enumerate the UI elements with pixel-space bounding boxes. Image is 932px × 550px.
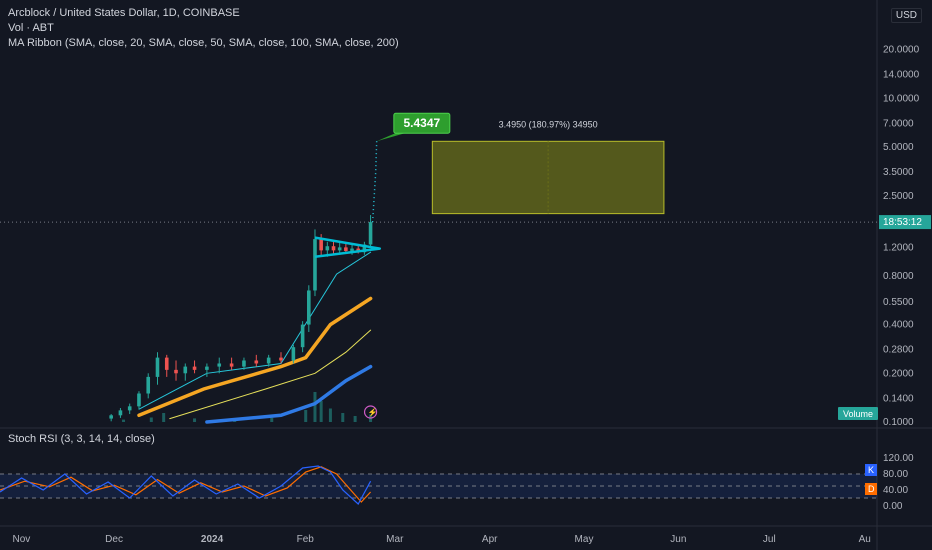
- projection-line: [371, 141, 378, 223]
- candle: [331, 246, 336, 251]
- candle: [127, 406, 132, 411]
- ma100-line: [169, 329, 372, 420]
- price-tick-label: 1.2000: [883, 242, 914, 253]
- time-tick-label: Jul: [763, 534, 776, 545]
- chart-canvas[interactable]: 20.0000 14.0000 10.0000 7.0000 5.0000 3.5000 2…: [0, 0, 932, 550]
- time-tick-label: Feb: [297, 534, 315, 545]
- candle: [242, 360, 246, 367]
- volume-bar: [353, 416, 357, 422]
- volume-bar: [149, 417, 153, 422]
- target-price-label: 5.4347: [403, 116, 440, 130]
- d-badge-label: D: [868, 484, 875, 494]
- stoch-rsi-title[interactable]: Stoch RSI (3, 3, 14, 14, close): [8, 432, 155, 446]
- price-tick-label: 20.0000: [883, 45, 920, 56]
- volume-bar: [162, 413, 166, 422]
- price-tick-label: 0.2800: [883, 345, 914, 356]
- volume-badge-label: Volume: [843, 409, 873, 419]
- volume-bar: [341, 413, 345, 422]
- candle: [146, 376, 151, 394]
- candle: [205, 366, 209, 370]
- ma200-line: [205, 364, 373, 424]
- price-tick-label: 0.1400: [883, 393, 914, 404]
- time-tick-label: Jun: [670, 534, 686, 545]
- volume-bar: [304, 410, 308, 422]
- price-tick-label: 0.5500: [883, 297, 914, 308]
- candle: [279, 357, 283, 361]
- time-tick-label: May: [575, 534, 594, 545]
- time-tick-label: Mar: [386, 534, 404, 545]
- price-tick-label: 0.8000: [883, 271, 914, 282]
- candle: [254, 360, 259, 364]
- price-tick-label: 5.0000: [883, 142, 914, 153]
- price-tick-label: 14.0000: [883, 70, 920, 81]
- candle: [313, 239, 317, 291]
- candle: [192, 366, 197, 370]
- volume-bar: [270, 417, 274, 422]
- volume-bar: [193, 418, 197, 422]
- rsi-tick-label: 40.00: [883, 485, 908, 496]
- volume-bar: [319, 401, 323, 422]
- price-tick-label: 0.2000: [883, 368, 914, 379]
- ma20-line: [138, 251, 372, 410]
- candle: [291, 347, 296, 361]
- rsi-tick-label: 0.00: [883, 501, 903, 512]
- rsi-tick-label: 120.00: [883, 453, 914, 464]
- volume-indicator-label[interactable]: Vol · ABT: [8, 21, 54, 35]
- price-tick-label: 2.5000: [883, 191, 914, 202]
- k-badge-label: K: [868, 465, 874, 475]
- candle: [229, 363, 234, 367]
- price-tick-label: 0.1000: [883, 417, 914, 428]
- ma-ribbon-label[interactable]: MA Ribbon (SMA, close, 20, SMA, close, 5…: [8, 36, 399, 50]
- symbol-title: Arcblock / United States Dollar, 1D, COI…: [8, 7, 240, 19]
- price-tick-label: 0.4000: [883, 320, 914, 331]
- candle: [164, 357, 169, 370]
- candle: [300, 324, 305, 348]
- time-tick-label: Nov: [13, 534, 31, 545]
- candle: [183, 366, 188, 374]
- candle: [337, 247, 342, 251]
- time-tick-label: Apr: [482, 534, 498, 545]
- currency-button[interactable]: USD: [890, 8, 922, 23]
- candle: [155, 357, 160, 377]
- volume-bar: [328, 408, 332, 422]
- ma50-line: [137, 296, 373, 418]
- candle: [137, 393, 141, 407]
- candle: [319, 239, 323, 251]
- time-tick-label: Au: [859, 534, 871, 545]
- price-tick-label: 7.0000: [883, 118, 914, 129]
- countdown-timer: 18:53:12: [883, 217, 922, 228]
- candle: [174, 369, 178, 374]
- price-tick-label: 3.5000: [883, 167, 914, 178]
- time-tick-label: Dec: [105, 534, 123, 545]
- candle: [109, 415, 113, 419]
- volume-bar: [313, 392, 317, 422]
- candle: [266, 357, 271, 364]
- candle: [344, 247, 348, 251]
- range-measure-label: 3.4950 (180.97%) 34950: [499, 119, 598, 129]
- candle: [118, 410, 123, 416]
- rsi-tick-label: 80.00: [883, 469, 908, 480]
- candle: [307, 290, 311, 325]
- candle: [217, 363, 222, 367]
- candle: [350, 248, 354, 251]
- lightning-icon: ⚡: [368, 407, 378, 417]
- candle: [368, 222, 373, 245]
- candle: [325, 246, 330, 251]
- volume-bar: [122, 419, 126, 422]
- time-tick-label: 2024: [201, 534, 224, 545]
- price-tick-label: 10.0000: [883, 93, 920, 104]
